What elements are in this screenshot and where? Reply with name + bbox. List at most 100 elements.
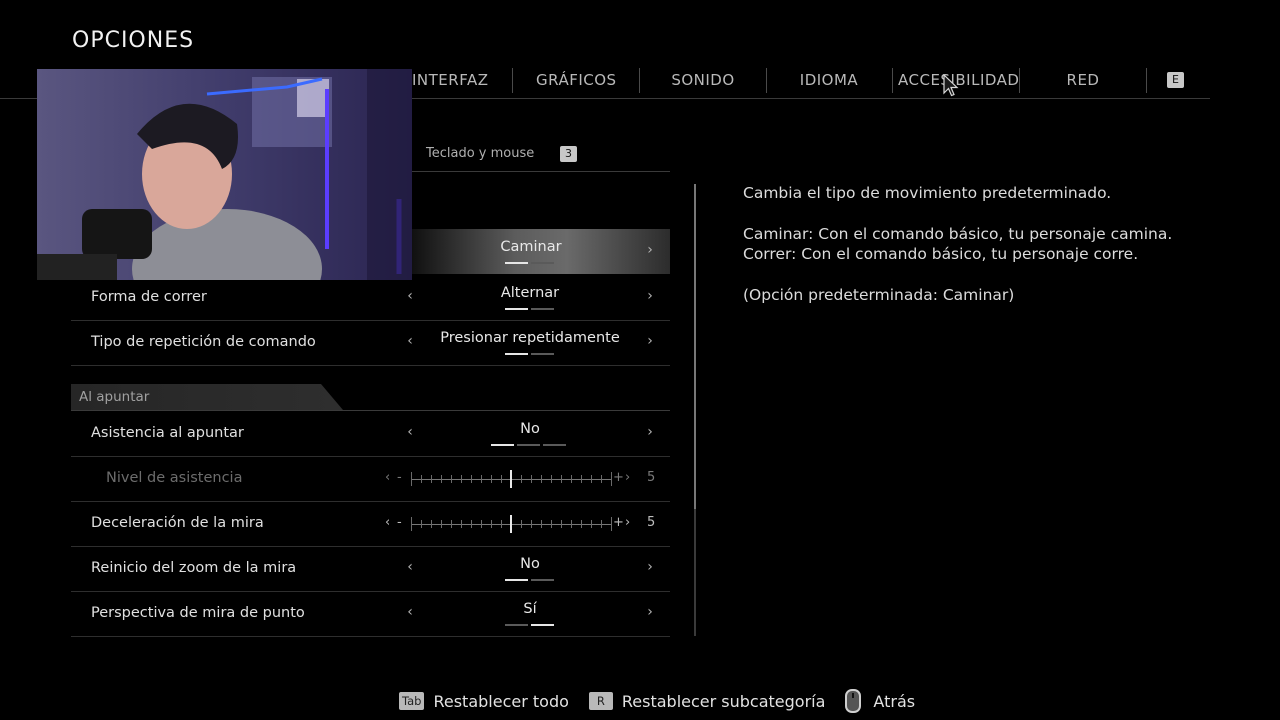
option-indicator [505,353,554,355]
slider-tick [501,475,502,483]
slider-minus-label: - [397,470,402,485]
slider-tick [481,475,482,483]
slider-tick [461,520,462,528]
option-indicator [505,262,554,264]
slider-tick [571,520,572,528]
tab-idioma[interactable]: IDIOMA [797,68,861,93]
slider-tick [521,520,522,528]
chevron-right-icon[interactable]: › [644,604,656,620]
slider-tick [461,475,462,483]
slider-tick [601,520,602,528]
slider-tick [431,475,432,483]
subtab-keyboard-mouse[interactable]: Teclado y mouse [426,146,534,161]
settings-scrollbar[interactable] [694,184,696,636]
slider-tick [571,475,572,483]
slider-tick [491,475,492,483]
setting-value: No [520,421,540,437]
slider-tick [451,520,452,528]
slider-tick [441,520,442,528]
slider-right-icon[interactable]: › [625,515,630,530]
slider-tick [521,475,522,483]
slider-thumb[interactable] [510,470,512,488]
slider-tick [421,520,422,528]
setting-row-aim-deceleration[interactable]: Deceleración de la mira ‹ - + › 5 [71,501,670,547]
tab-interfaz[interactable]: INTERFAZ [412,68,488,93]
slider-tick [411,472,412,486]
slider-tick [551,475,552,483]
setting-row-zoom-reset[interactable]: Reinicio del zoom de la mira ‹ No › [71,546,670,592]
slider-tick [471,475,472,483]
subtab-key-hint: 3 [560,146,577,162]
slider-plus-label: + [613,515,624,530]
option-indicator [505,624,554,626]
page-title: OPCIONES [72,28,195,53]
slider-value: 5 [647,470,656,485]
tab-divider [892,68,893,93]
scrollbar-thumb[interactable] [694,184,696,509]
slider-tick [611,517,612,531]
chevron-right-icon[interactable]: › [644,242,656,258]
reset-all-label: Restablecer todo [433,691,569,711]
slider-tick [541,475,542,483]
option-indicator [505,579,554,581]
setting-row-run-mode[interactable]: Forma de correr ‹ Alternar › [71,275,670,321]
tab-graficos[interactable]: GRÁFICOS [536,68,616,93]
option-indicator [505,308,554,310]
slider-tick [481,520,482,528]
slider-tick [551,520,552,528]
slider-value: 5 [647,515,656,530]
mouse-icon [845,689,862,713]
tab-red[interactable]: RED [1058,68,1108,93]
chevron-right-icon[interactable]: › [644,559,656,575]
footer-hints: Tab Restablecer todo R Restablecer subca… [399,688,935,714]
setting-row-assist-level[interactable]: Nivel de asistencia ‹ - + › 5 [71,456,670,502]
tab-divider [639,68,640,93]
setting-label: Forma de correr [91,289,207,305]
reset-subcategory-button[interactable]: R Restablecer subcategoría [588,692,825,711]
setting-row-dot-perspective[interactable]: Perspectiva de mira de punto ‹ Sí › [71,591,670,637]
slider-left-icon[interactable]: ‹ [385,470,390,485]
next-tab-key-hint: E [1167,72,1184,88]
setting-label: Perspectiva de mira de punto [91,605,305,621]
slider-tick [541,520,542,528]
setting-value: Presionar repetidamente [440,330,620,346]
tab-key-icon: Tab [399,692,425,710]
slider-tick [471,520,472,528]
setting-label: Asistencia al apuntar [91,425,244,441]
slider-tick [451,475,452,483]
slider-tick [491,520,492,528]
slider-thumb[interactable] [510,515,512,533]
slider-tick [561,520,562,528]
assist-level-slider[interactable]: ‹ - + › [385,468,635,490]
aim-deceleration-slider[interactable]: ‹ - + › [385,513,635,535]
setting-row-movement-type[interactable]: Caminar › [412,229,670,274]
movement-type-value: Caminar [500,239,562,255]
slider-tick [421,475,422,483]
back-label: Atrás [873,691,916,711]
description-line: Caminar: Con el comando básico, tu perso… [743,224,1173,243]
slider-tick [581,520,582,528]
chevron-right-icon[interactable]: › [644,424,656,440]
slider-left-icon[interactable]: ‹ [385,515,390,530]
section-header-label: Al apuntar [79,389,150,405]
reset-all-button[interactable]: Tab Restablecer todo [399,692,569,711]
description-line: Correr: Con el comando básico, tu person… [743,245,1139,263]
webcam-overlay [37,69,412,280]
back-button[interactable]: Atrás [845,689,915,713]
slider-tick [531,520,532,528]
tab-sonido[interactable]: SONIDO [668,68,738,93]
description-line: (Opción predeterminada: Caminar) [743,285,1015,304]
chevron-right-icon[interactable]: › [644,288,656,304]
slider-right-icon[interactable]: › [625,470,630,485]
setting-row-aim-assist[interactable]: Asistencia al apuntar ‹ No › [71,411,670,457]
setting-value: Alternar [500,285,560,301]
setting-row-command-repeat[interactable]: Tipo de repetición de comando ‹ Presiona… [71,320,670,366]
slider-tick [591,475,592,483]
slider-tick [601,475,602,483]
chevron-right-icon[interactable]: › [644,333,656,349]
slider-tick [501,520,502,528]
webcam-image [37,69,412,280]
mouse-cursor-icon [943,74,959,97]
description-line: Cambia el tipo de movimiento predetermin… [743,184,1112,202]
tab-divider [512,68,513,93]
